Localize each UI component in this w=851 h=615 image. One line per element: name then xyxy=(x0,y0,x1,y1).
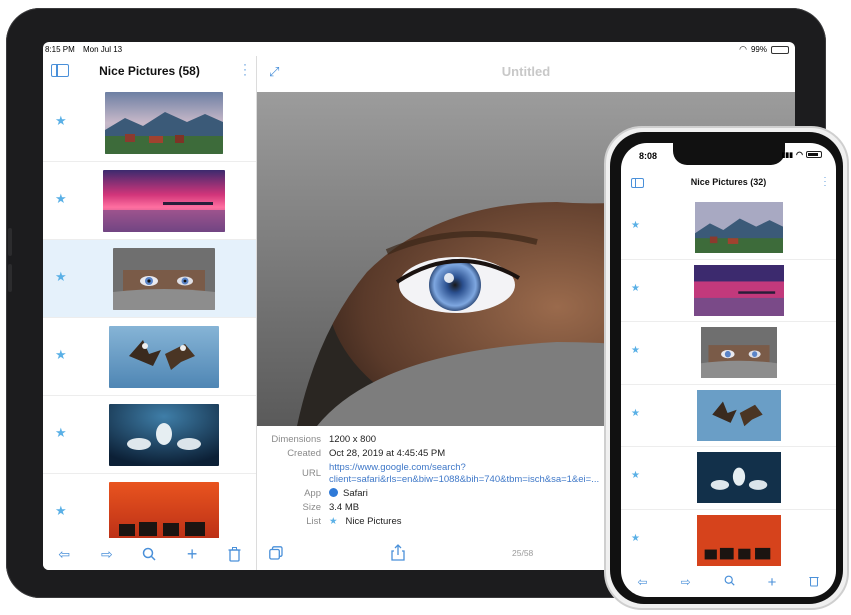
star-icon: ★ xyxy=(631,470,640,481)
previous-arrow-icon[interactable]: ⇦ xyxy=(638,575,648,589)
battery-icon xyxy=(806,151,822,158)
status-time: 8:08 xyxy=(639,151,658,161)
ipad-volume-button xyxy=(8,264,12,292)
battery-icon xyxy=(771,45,789,54)
pink-sunset-pier-thumbnail xyxy=(694,264,784,316)
iphone-device: 8:08 ▮▮▮ ◠ Nice Pictures (32) · · · ★ ★ … xyxy=(604,126,849,610)
search-icon[interactable] xyxy=(724,575,735,589)
trash-icon[interactable] xyxy=(809,575,820,590)
star-icon: ★ xyxy=(329,516,338,527)
star-icon: ★ xyxy=(631,220,640,231)
elephants-sunset-thumbnail xyxy=(697,514,781,566)
star-icon: ★ xyxy=(631,345,640,356)
wifi-icon: ◠ xyxy=(796,150,803,159)
detail-navbar: ⤢ Untitled xyxy=(257,56,795,90)
list-item[interactable]: ★ xyxy=(43,84,256,162)
iphone-toolbar: ⇦ ⇨ + xyxy=(621,567,836,597)
page-indicator: 25/58 xyxy=(512,548,534,558)
sidebar: Nice Pictures (58) · · · ★ ★ ★ ★ ★ ★ ⇦ ⇨… xyxy=(43,56,257,570)
wifi-icon: ◠ xyxy=(739,44,747,54)
iphone-bezel: 8:08 ▮▮▮ ◠ Nice Pictures (32) · · · ★ ★ … xyxy=(610,132,843,604)
status-date: Mon Jul 13 xyxy=(83,45,123,54)
safari-icon xyxy=(329,488,338,497)
add-icon[interactable]: + xyxy=(183,544,201,564)
list-item[interactable]: ★ xyxy=(43,396,256,474)
list-item[interactable]: ★ xyxy=(621,197,836,260)
iphone-notch xyxy=(673,143,785,165)
list-item[interactable]: ★ xyxy=(43,318,256,396)
copy-icon[interactable] xyxy=(269,546,283,565)
battery-percent: 99% xyxy=(750,45,767,54)
sidebar-toolbar: ⇦ ⇨ + xyxy=(43,538,256,570)
beluga-whales-thumbnail xyxy=(109,404,219,466)
list-item[interactable]: ★ xyxy=(621,385,836,447)
star-icon: ★ xyxy=(55,503,67,518)
ipad-status-bar: 8:15 PM Mon Jul 13 ◠ 99% xyxy=(43,42,795,56)
info-value[interactable]: Nice Pictures xyxy=(346,516,402,527)
star-icon: ★ xyxy=(55,113,67,128)
info-label: List xyxy=(306,516,321,527)
detail-title: Untitled xyxy=(501,64,551,79)
info-value: 1200 x 800 xyxy=(329,434,377,445)
more-options-icon[interactable]: · · · xyxy=(822,173,828,190)
beluga-whales-thumbnail xyxy=(697,452,781,503)
eagles-fighting-thumbnail xyxy=(697,389,781,441)
star-icon: ★ xyxy=(55,347,67,362)
image-list[interactable]: ★ ★ ★ ★ ★ ★ xyxy=(43,84,256,538)
info-label: Created xyxy=(287,448,321,459)
signal-icon: ▮▮▮ xyxy=(781,151,794,159)
list-item[interactable]: ★ xyxy=(43,474,256,538)
elephants-sunset-thumbnail xyxy=(109,482,219,538)
trash-icon[interactable] xyxy=(226,545,244,563)
list-item[interactable]: ★ xyxy=(621,322,836,385)
info-value: 3.4 MB xyxy=(329,502,360,513)
info-label: Dimensions xyxy=(271,434,321,445)
iphone-screen: 8:08 ▮▮▮ ◠ Nice Pictures (32) · · · ★ ★ … xyxy=(621,143,836,597)
info-label: URL xyxy=(301,468,321,479)
info-label: App xyxy=(304,488,321,499)
search-icon[interactable] xyxy=(140,545,158,563)
eagles-fighting-thumbnail xyxy=(109,326,219,388)
list-item[interactable]: ★ xyxy=(621,447,836,510)
list-item[interactable]: ★ xyxy=(621,260,836,322)
mountain-village-thumbnail xyxy=(695,202,783,253)
pink-sunset-pier-thumbnail xyxy=(103,170,225,232)
star-icon: ★ xyxy=(631,532,640,544)
previous-arrow-icon[interactable]: ⇦ xyxy=(55,545,73,563)
ipad-volume-button xyxy=(8,228,12,256)
list-item[interactable]: ★ xyxy=(621,510,836,568)
list-item[interactable]: ★ xyxy=(43,162,256,240)
info-value: Safari xyxy=(343,488,368,499)
star-icon: ★ xyxy=(55,191,67,206)
share-icon[interactable] xyxy=(391,544,405,564)
url-link-line2[interactable]: client=safari&rls=en&biw=1088&bih=740&tb… xyxy=(329,474,599,485)
url-link-line1[interactable]: https://www.google.com/search? xyxy=(329,462,466,473)
next-arrow-icon[interactable]: ⇨ xyxy=(98,545,116,563)
image-list[interactable]: ★ ★ ★ ★ ★ ★ xyxy=(621,197,836,567)
status-time: 8:15 PM xyxy=(45,45,75,54)
hooded-eyes-thumbnail xyxy=(701,327,777,378)
star-icon: ★ xyxy=(631,282,640,294)
list-title: Nice Pictures (32) xyxy=(690,177,767,187)
info-label: Size xyxy=(302,502,321,513)
list-item-selected[interactable]: ★ xyxy=(43,240,256,318)
add-icon[interactable]: + xyxy=(768,574,777,591)
star-icon: ★ xyxy=(55,269,67,284)
info-value: Oct 28, 2019 at 4:45:45 PM xyxy=(329,448,446,459)
mountain-village-thumbnail xyxy=(105,92,223,154)
sidebar-header: Nice Pictures (58) · · · xyxy=(43,56,256,84)
list-title: Nice Pictures (58) xyxy=(99,64,200,78)
hooded-eyes-thumbnail xyxy=(113,248,215,310)
star-icon: ★ xyxy=(631,407,640,419)
more-options-icon[interactable]: · · · xyxy=(242,58,248,80)
star-icon: ★ xyxy=(55,425,67,440)
next-arrow-icon[interactable]: ⇨ xyxy=(681,575,691,589)
